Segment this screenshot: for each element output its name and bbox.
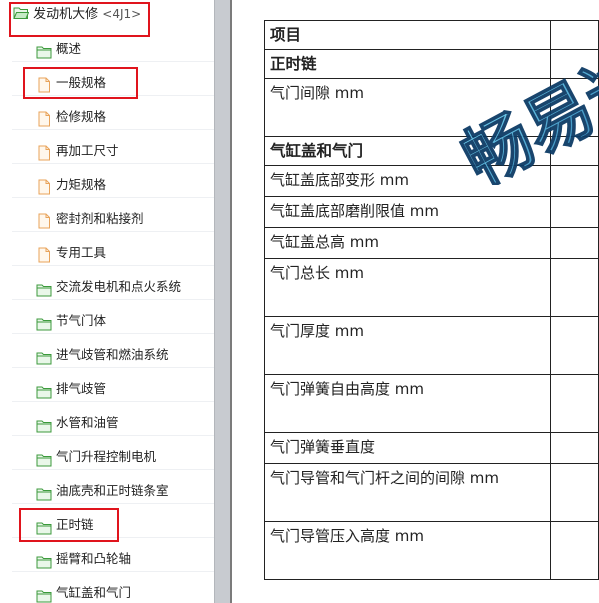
spec-item-cell: 气门间隙 mm xyxy=(264,78,551,137)
tree-item-label: 概述 xyxy=(56,41,82,56)
folder-icon xyxy=(36,450,52,467)
spec-value-cell xyxy=(549,463,599,522)
spec-row: 气缸盖总高 mm xyxy=(264,227,599,259)
folder-icon xyxy=(36,348,52,365)
tree-item[interactable]: 检修规格 xyxy=(12,104,214,130)
tree-item[interactable]: 再加工尺寸 xyxy=(12,138,214,164)
tree-item-label: 检修规格 xyxy=(56,109,107,124)
tree-item[interactable]: 水管和油管 xyxy=(12,410,214,436)
spec-item-cell: 气门弹簧垂直度 xyxy=(264,432,551,464)
folder-icon xyxy=(36,314,52,331)
spec-value-cell xyxy=(549,432,599,464)
tree-item[interactable]: 力矩规格 xyxy=(12,172,214,198)
spec-row: 正时链 xyxy=(264,49,599,79)
tree-item-label: 节气门体 xyxy=(56,313,107,328)
folder-icon xyxy=(36,42,52,59)
tree-item[interactable]: 气门升程控制电机 xyxy=(12,444,214,470)
tree-item[interactable]: 排气歧管 xyxy=(12,376,214,402)
spec-item-cell: 气缸盖总高 mm xyxy=(264,227,551,259)
tree-item-label: 密封剂和粘接剂 xyxy=(56,211,144,226)
highlight-box-general-specs xyxy=(23,67,138,99)
folder-icon xyxy=(36,280,52,297)
folder-icon xyxy=(36,484,52,501)
spec-row: 气门弹簧垂直度 xyxy=(264,432,599,464)
spec-item-cell: 气门总长 mm xyxy=(264,258,551,317)
document-icon xyxy=(37,178,53,195)
document-icon xyxy=(37,212,53,229)
spec-value-cell xyxy=(549,20,599,50)
tree-item-label: 水管和油管 xyxy=(56,415,119,430)
highlight-box-timing-chain xyxy=(19,508,119,542)
spec-value-cell xyxy=(549,316,599,375)
tree-item-label: 油底壳和正时链条室 xyxy=(56,483,169,498)
tree-item-label: 再加工尺寸 xyxy=(56,143,119,158)
spec-row: 气门厚度 mm xyxy=(264,316,599,375)
spec-item-cell: 气门厚度 mm xyxy=(264,316,551,375)
tree-item[interactable]: 气缸盖和气门 xyxy=(12,580,214,603)
spec-item-cell: 气缸盖和气门 xyxy=(264,136,551,166)
tree-item[interactable]: 概述 xyxy=(12,36,214,62)
folder-icon xyxy=(36,586,52,603)
spec-item-cell: 气缸盖底部磨削限值 mm xyxy=(264,196,551,228)
document-icon xyxy=(37,144,53,161)
tree-item[interactable]: 密封剂和粘接剂 xyxy=(12,206,214,232)
tree-item-label: 进气歧管和燃油系统 xyxy=(56,347,169,362)
tree-item-label: 气门升程控制电机 xyxy=(56,449,157,464)
document-icon xyxy=(37,110,53,127)
tree-item-label: 摇臂和凸轮轴 xyxy=(56,551,132,566)
tree-item[interactable]: 摇臂和凸轮轴 xyxy=(12,546,214,572)
tree-item-label: 力矩规格 xyxy=(56,177,107,192)
spec-row: 气门导管压入高度 mm xyxy=(264,521,599,580)
spec-value-cell xyxy=(549,49,599,79)
tree-item[interactable]: 专用工具 xyxy=(12,240,214,266)
spec-item-cell: 气缸盖底部变形 mm xyxy=(264,165,551,197)
spec-item-cell: 气门导管压入高度 mm xyxy=(264,521,551,580)
spec-value-cell xyxy=(549,136,599,166)
spec-value-cell xyxy=(549,78,599,137)
folder-icon xyxy=(36,416,52,433)
spec-row: 气门弹簧自由高度 mm xyxy=(264,374,599,433)
spec-value-cell xyxy=(549,374,599,433)
spec-value-cell xyxy=(549,165,599,197)
tree-item-label: 交流发电机和点火系统 xyxy=(56,279,182,294)
spec-item-cell: 正时链 xyxy=(264,49,551,79)
spec-table: 项目 正时链 气门间隙 mm 气缸盖和气门 气缸盖底部变形 mm 气缸盖底部磨削限值 mm… xyxy=(264,20,599,580)
tree-item-label: 排气歧管 xyxy=(56,381,107,396)
spec-row: 气门间隙 mm xyxy=(264,78,599,137)
panel-splitter[interactable] xyxy=(214,0,230,603)
tree-item-label: 气缸盖和气门 xyxy=(56,585,132,600)
spec-row: 气缸盖底部磨削限值 mm xyxy=(264,196,599,228)
spec-row: 气缸盖底部变形 mm xyxy=(264,165,599,197)
document-view: 项目 正时链 气门间隙 mm 气缸盖和气门 气缸盖底部变形 mm 气缸盖底部磨削限值 mm… xyxy=(232,0,599,603)
folder-icon xyxy=(36,552,52,569)
tree-item[interactable]: 交流发电机和点火系统 xyxy=(12,274,214,300)
spec-value-cell xyxy=(549,521,599,580)
spec-row: 气门总长 mm xyxy=(264,258,599,317)
spec-item-cell: 项目 xyxy=(264,20,551,50)
spec-value-cell xyxy=(549,196,599,228)
spec-value-cell xyxy=(549,258,599,317)
tree-item-label: 专用工具 xyxy=(56,245,107,260)
spec-row: 气缸盖和气门 xyxy=(264,136,599,166)
tree-item[interactable]: 节气门体 xyxy=(12,308,214,334)
folder-icon xyxy=(36,382,52,399)
spec-item-cell: 气门导管和气门杆之间的间隙 mm xyxy=(264,463,551,522)
spec-value-cell xyxy=(549,227,599,259)
document-icon xyxy=(37,246,53,263)
highlight-box-root xyxy=(9,2,150,37)
tree-item[interactable]: 油底壳和正时链条室 xyxy=(12,478,214,504)
tree-item[interactable]: 进气歧管和燃油系统 xyxy=(12,342,214,368)
spec-row: 气门导管和气门杆之间的间隙 mm xyxy=(264,463,599,522)
spec-row: 项目 xyxy=(264,20,599,50)
spec-item-cell: 气门弹簧自由高度 mm xyxy=(264,374,551,433)
